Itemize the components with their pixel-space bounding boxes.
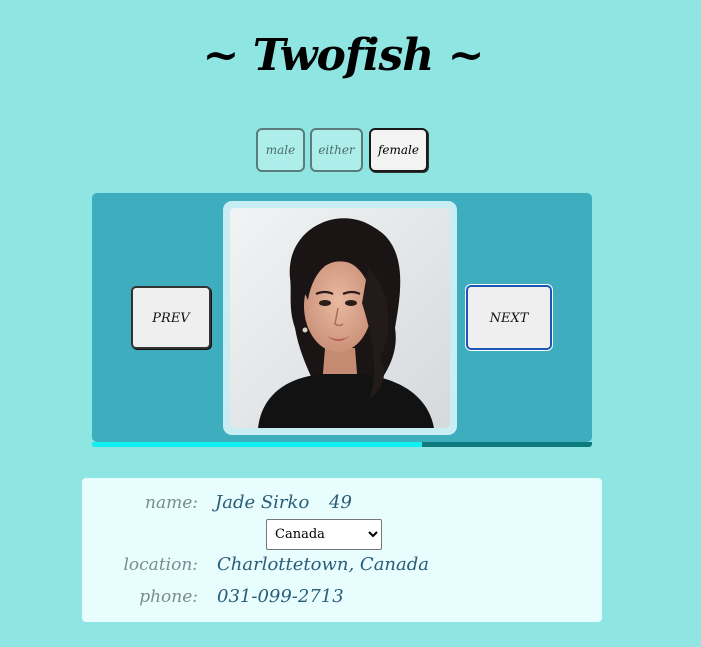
progress-bar — [92, 442, 592, 447]
next-button[interactable]: NEXT — [465, 284, 553, 351]
phone-label: phone: — [139, 587, 198, 607]
phone-value: 031-099-2713 — [217, 586, 344, 607]
name-value: Jade Sirko 49 — [215, 492, 352, 513]
location-label: location: — [123, 555, 198, 575]
profile-age: 49 — [329, 492, 352, 513]
progress-fill — [92, 442, 422, 447]
name-label: name: — [145, 493, 198, 513]
country-select[interactable]: Canada — [266, 519, 382, 550]
gender-either-button[interactable]: either — [310, 128, 363, 172]
gender-male-button[interactable]: male — [256, 128, 305, 172]
gender-female-button[interactable]: female — [369, 128, 428, 172]
profile-photo-illustration — [230, 208, 450, 428]
profile-photo — [230, 208, 450, 428]
profile-name: Jade Sirko — [215, 492, 310, 513]
location-value: Charlottetown, Canada — [217, 554, 430, 575]
prev-button[interactable]: PREV — [131, 286, 211, 349]
app-title: ~ Twofish ~ — [202, 30, 485, 81]
